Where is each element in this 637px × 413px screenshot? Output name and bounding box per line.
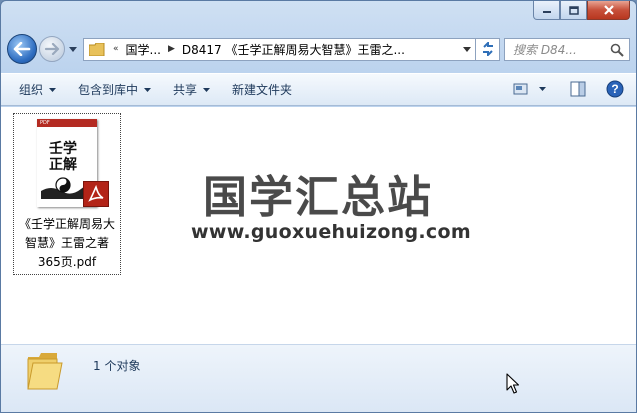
maximize-icon — [568, 5, 579, 15]
chevron-down-icon[interactable] — [539, 87, 546, 91]
view-controls: ? — [513, 80, 624, 98]
forward-button[interactable] — [39, 36, 65, 62]
maximize-button[interactable] — [560, 1, 587, 20]
close-icon — [603, 5, 614, 15]
svg-text:?: ? — [611, 82, 618, 96]
file-list[interactable]: PDF 壬学 正解 《壬学正解周易大 智慧》王雷之著 365页.pdf 国学汇总… — [1, 107, 636, 344]
mouse-cursor-icon — [506, 373, 520, 394]
share-label: 共享 — [173, 83, 198, 97]
file-name-line-2: 智慧》王雷之著 — [24, 236, 109, 250]
view-icon[interactable] — [513, 82, 529, 96]
address-overflow[interactable]: « — [109, 44, 123, 54]
watermark-url: www.guoxuehuizong.com — [191, 221, 471, 243]
organize-label: 组织 — [19, 83, 44, 97]
item-count: 1 个对象 — [93, 359, 141, 373]
forward-arrow-icon — [44, 43, 60, 55]
file-name-line-3: 365页.pdf — [37, 255, 97, 269]
chevron-down-icon — [203, 87, 211, 92]
new-folder-button[interactable]: 新建文件夹 — [232, 81, 292, 98]
preview-pane-icon[interactable] — [570, 81, 586, 97]
back-arrow-icon — [13, 42, 31, 56]
file-name-line-1: 《壬学正解周易大 — [18, 217, 115, 231]
address-segment-1[interactable]: 国学... — [123, 41, 164, 58]
organize-menu[interactable]: 组织 — [19, 81, 57, 98]
watermark-title: 国学汇总站 — [203, 172, 433, 223]
include-library-label: 包含到库中 — [78, 83, 139, 97]
include-in-library-menu[interactable]: 包含到库中 — [78, 81, 152, 98]
back-button[interactable] — [7, 34, 37, 64]
cover-title: 壬学 正解 — [49, 141, 77, 173]
minimize-icon — [542, 11, 551, 13]
refresh-icon — [482, 42, 493, 56]
navigation-bar: « 国学... ▶ D8417 《壬学正解周易大智慧》王雷之... 搜索 D84… — [7, 33, 630, 65]
file-item-pdf[interactable]: PDF 壬学 正解 《壬学正解周易大 智慧》王雷之著 365页.pdf — [13, 113, 121, 275]
breadcrumb-separator-icon[interactable]: ▶ — [164, 44, 179, 54]
pdf-icon — [83, 181, 109, 207]
chevron-down-icon — [69, 46, 77, 52]
address-segment-2[interactable]: D8417 《壬学正解周易大智慧》王雷之... — [179, 41, 408, 58]
caption-buttons — [533, 1, 630, 20]
new-folder-label: 新建文件夹 — [232, 83, 293, 97]
cover-title-line-2: 正解 — [49, 157, 77, 173]
folder-icon — [27, 353, 63, 390]
minimize-button[interactable] — [533, 1, 560, 20]
close-button[interactable] — [587, 1, 630, 20]
search-icon[interactable] — [610, 43, 624, 57]
search-placeholder: 搜索 D84... — [513, 42, 577, 57]
recent-pages-dropdown[interactable] — [67, 46, 79, 52]
chevron-down-icon — [144, 87, 152, 92]
refresh-button[interactable] — [476, 37, 500, 61]
folder-icon — [89, 42, 105, 56]
chevron-down-icon — [49, 87, 57, 92]
pdf-thumbnail: PDF 壬学 正解 — [37, 119, 109, 207]
command-bar: 组织 包含到库中 共享 新建文件夹 ? — [1, 73, 636, 106]
cover-tag: PDF — [37, 119, 97, 127]
help-icon[interactable]: ? — [606, 80, 624, 98]
cover-title-line-1: 壬学 — [49, 141, 77, 157]
explorer-window: « 国学... ▶ D8417 《壬学正解周易大智慧》王雷之... 搜索 D84… — [0, 0, 637, 413]
search-input[interactable]: 搜索 D84... — [504, 37, 630, 61]
details-pane: 1 个对象 — [1, 344, 636, 412]
address-dropdown[interactable] — [458, 39, 475, 60]
chevron-down-icon — [462, 46, 471, 52]
address-bar[interactable]: « 国学... ▶ D8417 《壬学正解周易大智慧》王雷之... — [83, 37, 476, 61]
share-menu[interactable]: 共享 — [173, 81, 211, 98]
file-name[interactable]: 《壬学正解周易大 智慧》王雷之著 365页.pdf — [15, 215, 119, 272]
